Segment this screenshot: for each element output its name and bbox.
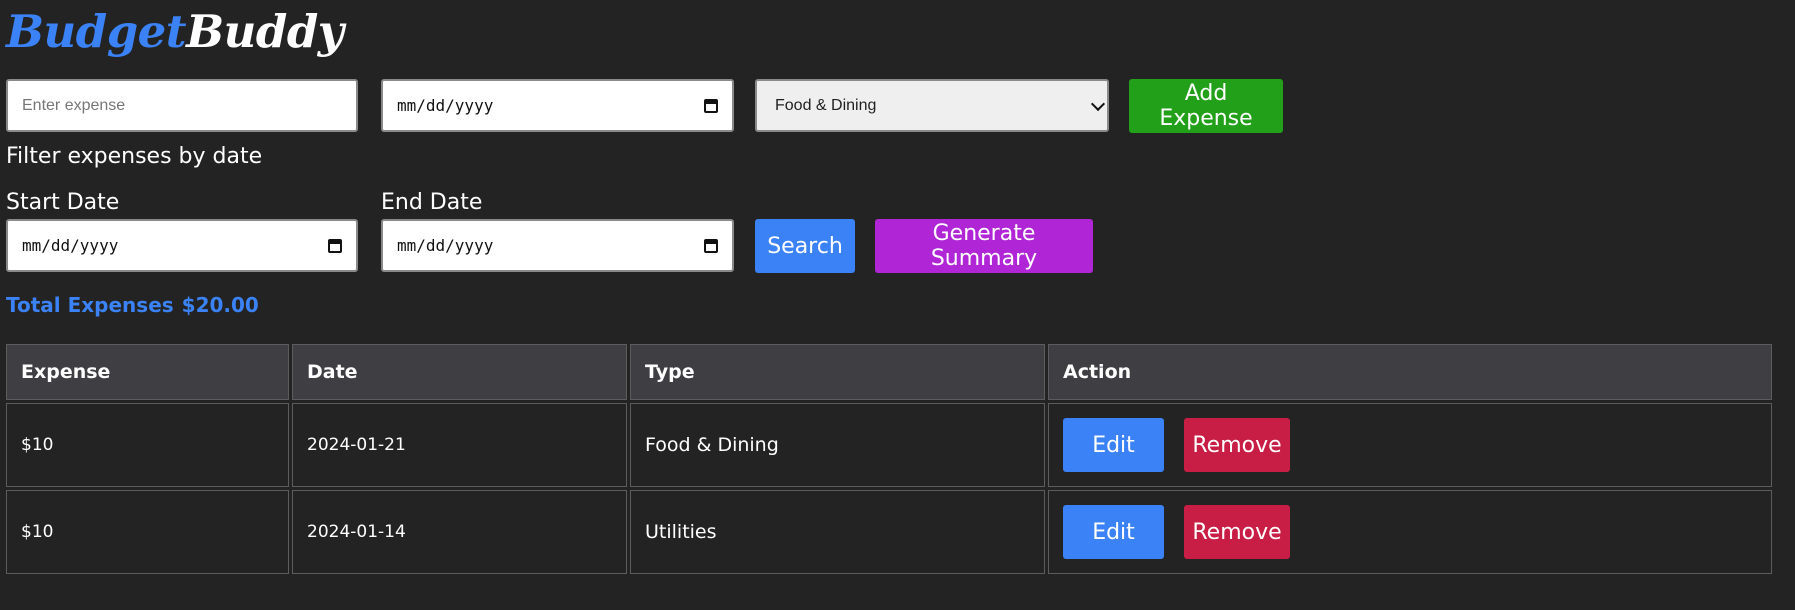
- cell-action: Edit Remove: [1048, 490, 1772, 574]
- cell-type: Utilities: [630, 490, 1045, 574]
- calendar-icon[interactable]: [704, 238, 718, 253]
- calendar-icon[interactable]: [328, 238, 342, 253]
- cell-action: Edit Remove: [1048, 403, 1772, 487]
- expenses-table: Expense Date Type Action $10 2024-01-21 …: [3, 341, 1775, 577]
- logo-part-budget: Budget: [6, 5, 187, 58]
- cell-date: 2024-01-14: [292, 490, 627, 574]
- budget-app: BudgetBuddy mm/dd/yyyy Food & Dining Add…: [0, 0, 1795, 610]
- cell-expense: $10: [6, 490, 289, 574]
- filter-heading: Filter expenses by date: [6, 144, 263, 169]
- app-logo: BudgetBuddy: [6, 4, 344, 60]
- table-row: $10 2024-01-21 Food & Dining Edit Remove: [6, 403, 1772, 487]
- add-expense-button[interactable]: Add Expense: [1129, 79, 1283, 133]
- expense-type-selected: Food & Dining: [775, 96, 877, 114]
- end-date-label: End Date: [381, 190, 483, 215]
- end-date-value: mm/dd/yyyy: [397, 236, 494, 255]
- remove-button[interactable]: Remove: [1184, 418, 1290, 472]
- table-header-row: Expense Date Type Action: [6, 344, 1772, 400]
- column-header-type: Type: [630, 344, 1045, 400]
- remove-button[interactable]: Remove: [1184, 505, 1290, 559]
- total-value: $20.00: [181, 293, 259, 317]
- start-date-value: mm/dd/yyyy: [22, 236, 119, 255]
- expense-field[interactable]: [6, 79, 358, 132]
- table-row: $10 2024-01-14 Utilities Edit Remove: [6, 490, 1772, 574]
- row-actions: Edit Remove: [1063, 505, 1757, 559]
- search-button[interactable]: Search: [755, 219, 855, 273]
- column-header-expense: Expense: [6, 344, 289, 400]
- expense-input[interactable]: [22, 96, 342, 115]
- calendar-icon[interactable]: [704, 98, 718, 113]
- logo-part-buddy: Buddy: [186, 5, 344, 58]
- cell-expense: $10: [6, 403, 289, 487]
- edit-button[interactable]: Edit: [1063, 418, 1164, 472]
- row-actions: Edit Remove: [1063, 418, 1757, 472]
- chevron-down-icon: [1090, 96, 1106, 111]
- total-label: Total Expenses: [6, 293, 174, 317]
- start-date-field[interactable]: mm/dd/yyyy: [6, 219, 358, 272]
- column-header-action: Action: [1048, 344, 1772, 400]
- total-expenses: Total Expenses $20.00: [6, 293, 259, 317]
- expense-date-field[interactable]: mm/dd/yyyy: [381, 79, 734, 132]
- cell-date: 2024-01-21: [292, 403, 627, 487]
- end-date-field[interactable]: mm/dd/yyyy: [381, 219, 734, 272]
- column-header-date: Date: [292, 344, 627, 400]
- cell-type: Food & Dining: [630, 403, 1045, 487]
- generate-summary-button[interactable]: Generate Summary: [875, 219, 1093, 273]
- edit-button[interactable]: Edit: [1063, 505, 1164, 559]
- start-date-label: Start Date: [6, 190, 120, 215]
- expense-date-value: mm/dd/yyyy: [397, 96, 494, 115]
- expense-type-select[interactable]: Food & Dining: [755, 79, 1109, 132]
